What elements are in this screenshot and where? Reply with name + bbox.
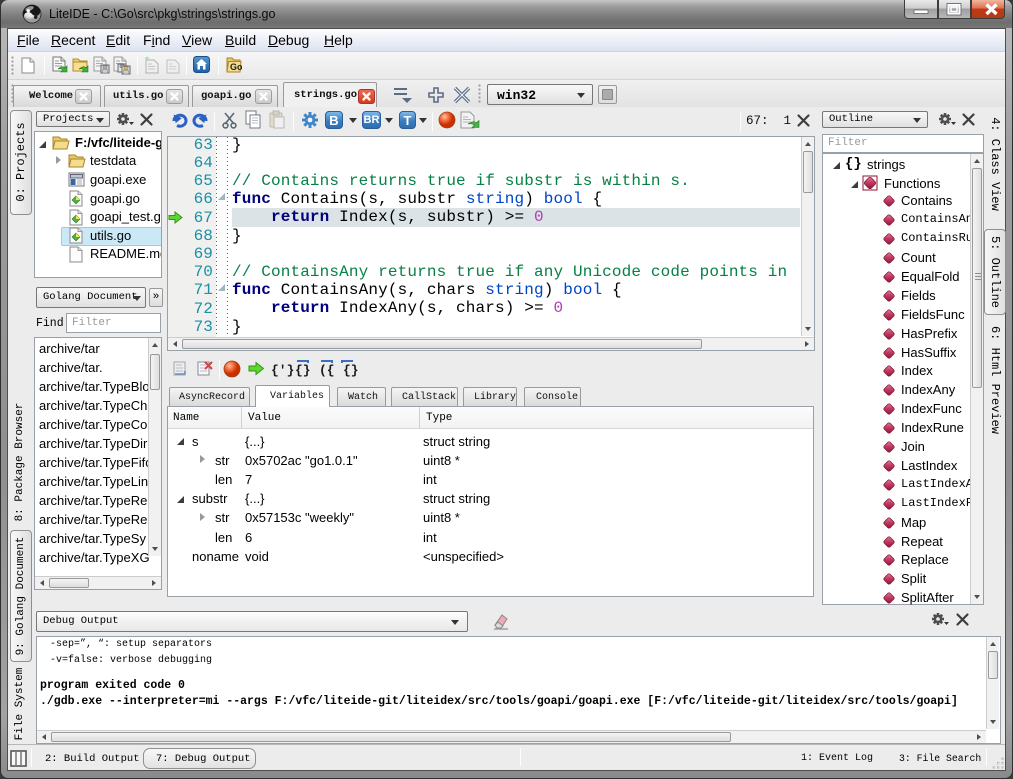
svg-text:Go: Go: [230, 62, 242, 72]
